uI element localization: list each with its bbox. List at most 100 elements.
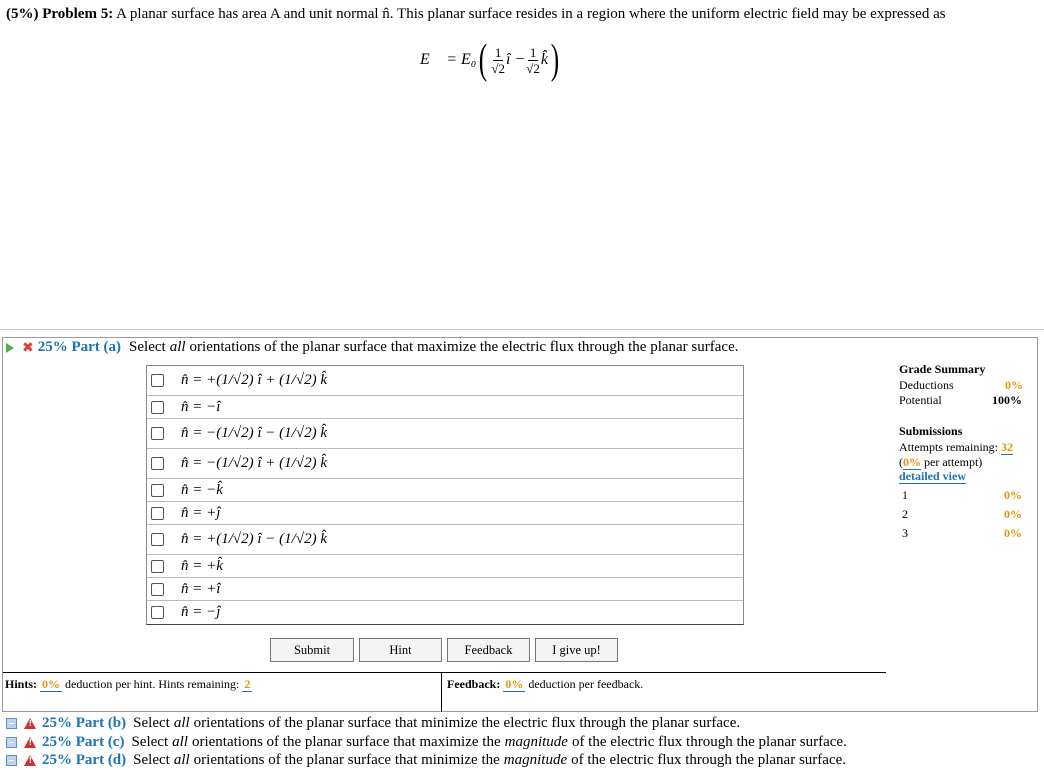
attempts-remaining: Attempts remaining: 32 (899, 440, 1013, 455)
option-label: n̂ = −k̂ (181, 481, 223, 498)
checkbox[interactable] (151, 400, 164, 414)
part-prompt-em: all (172, 734, 188, 750)
warning-icon (24, 755, 36, 766)
option-label: n̂ = −ĵ (181, 604, 221, 620)
option-label: n̂ = +î (181, 580, 221, 597)
checkbox[interactable] (151, 606, 164, 619)
option-row[interactable]: n̂ = +(1/√2) î − (1/√2) k̂ (147, 525, 743, 555)
hint-button[interactable]: Hint (359, 638, 442, 662)
problem-text: A planar surface has area A and unit nor… (116, 6, 946, 22)
part-prompt-post2: of the electric flux through the planar … (571, 734, 847, 750)
part-prompt-pre: Select (133, 752, 170, 768)
problem-statement: (5%) Problem 5: A planar surface has are… (6, 6, 946, 23)
option-list: n̂ = +(1/√2) î + (1/√2) k̂ n̂ = −î n̂ = … (146, 365, 744, 625)
hints-info: Hints: 0% deduction per hint. Hints rema… (5, 677, 253, 692)
attempts-label: Attempts remaining: (899, 440, 998, 454)
checkbox[interactable] (151, 506, 164, 520)
option-row[interactable]: n̂ = −î (147, 396, 743, 419)
fraction-one-over-root2: 1 √2 (526, 44, 540, 76)
warning-icon (24, 737, 36, 748)
submissions-title: Submissions (899, 424, 963, 438)
equation-lhs: E⃗ = E₀ (420, 51, 477, 68)
grade-summary-title: Grade Summary (899, 362, 986, 376)
attempts-value: 32 (1000, 440, 1013, 455)
part-prompt-post: orientations of the planar surface that … (191, 734, 501, 750)
fraction-one-over-root2: 1 √2 (491, 44, 505, 76)
part-a-prompt-post: orientations of the planar surface that … (189, 339, 739, 355)
equation-i-term: î − (506, 51, 526, 68)
submission-row-number: 2 (902, 507, 908, 521)
collapse-icon[interactable] (6, 737, 17, 748)
submission-row-value: 0% (1004, 526, 1022, 540)
warning-icon (24, 718, 36, 729)
detailed-view-text[interactable]: detailed view (899, 469, 966, 484)
submission-row-number: 3 (902, 526, 908, 540)
option-row[interactable]: n̂ = +ĵ (147, 502, 743, 525)
feedback-info: Feedback: 0% deduction per feedback. (447, 677, 643, 692)
part-prompt-em2: magnitude (503, 752, 568, 768)
potential-label: Potential (899, 393, 942, 407)
part-percent: 25% Part (c) (42, 734, 125, 750)
part-a-prompt-em: all (169, 339, 186, 355)
checkbox[interactable] (151, 483, 164, 497)
checkbox[interactable] (151, 427, 164, 440)
divider (0, 329, 1044, 330)
part-b-row[interactable]: 25% Part (b) Select all orientations of … (6, 715, 740, 732)
part-prompt-post: orientations of the planar surface that … (193, 715, 741, 731)
deductions-value: 0% (1005, 378, 1023, 392)
part-prompt-em: all (173, 715, 190, 731)
equation-k-term: k̂ (540, 51, 548, 68)
hints-text: deduction per hint. Hints remaining: (65, 677, 240, 691)
submit-button[interactable]: Submit (270, 638, 354, 662)
collapse-icon[interactable] (6, 755, 17, 766)
potential-value: 100% (992, 393, 1022, 407)
checkbox[interactable] (151, 582, 164, 596)
detailed-view-link[interactable]: detailed view (899, 469, 966, 484)
option-label: n̂ = +(1/√2) î + (1/√2) k̂ (181, 372, 327, 388)
part-prompt-pre: Select (133, 715, 170, 731)
submission-row-number: 1 (902, 488, 908, 502)
part-percent: 25% Part (d) (42, 752, 127, 768)
left-paren: ( (479, 37, 488, 83)
option-label: n̂ = −î (181, 398, 221, 415)
per-attempt-pct: 0% (903, 455, 921, 470)
checkbox[interactable] (151, 374, 164, 387)
problem-label: Problem 5: (42, 6, 114, 22)
option-row[interactable]: n̂ = −(1/√2) î − (1/√2) k̂ (147, 419, 743, 449)
submission-row-value: 0% (1004, 488, 1022, 502)
part-a-prompt-pre: Select (129, 339, 166, 355)
option-row[interactable]: n̂ = −ĵ (147, 601, 743, 624)
incorrect-x-icon: ✖ (22, 339, 34, 356)
feedback-label: Feedback: (447, 677, 501, 691)
hints-label: Hints: (5, 677, 38, 691)
part-d-row[interactable]: 25% Part (d) Select all orientations of … (6, 752, 846, 769)
give-up-button[interactable]: I give up! (535, 638, 618, 662)
part-c-row[interactable]: 25% Part (c) Select all orientations of … (6, 734, 847, 751)
checkbox[interactable] (151, 457, 164, 470)
option-row[interactable]: n̂ = +k̂ (147, 555, 743, 578)
right-paren: ) (550, 37, 560, 83)
expand-triangle-icon[interactable] (6, 342, 14, 353)
option-row[interactable]: n̂ = +(1/√2) î + (1/√2) k̂ (147, 366, 743, 396)
option-row[interactable]: n̂ = −(1/√2) î + (1/√2) k̂ (147, 449, 743, 479)
problem-weight: (5%) (6, 6, 39, 22)
option-row[interactable]: n̂ = +î (147, 578, 743, 601)
deductions-label: Deductions (899, 378, 954, 392)
option-label: n̂ = +k̂ (181, 557, 223, 574)
submission-row-value: 0% (1004, 507, 1022, 521)
collapse-icon[interactable] (6, 718, 17, 729)
per-attempt: (0% per attempt) (899, 455, 983, 470)
option-label: n̂ = −(1/√2) î − (1/√2) k̂ (181, 425, 327, 441)
checkbox[interactable] (151, 559, 164, 573)
checkbox[interactable] (151, 533, 164, 546)
per-attempt-text: per attempt) (924, 455, 983, 469)
part-prompt-post: orientations of the planar surface that … (193, 752, 500, 768)
option-row[interactable]: n̂ = −k̂ (147, 479, 743, 502)
feedback-button[interactable]: Feedback (447, 638, 530, 662)
hints-remaining: 2 (242, 677, 253, 692)
part-prompt-em: all (173, 752, 190, 768)
hints-feedback-divider (441, 672, 442, 712)
field-equation: E⃗ = E₀ ( 1 √2 î − 1 √2 k̂ ) (420, 37, 562, 83)
option-label: n̂ = +ĵ (181, 504, 221, 521)
part-prompt-post2: of the electric flux through the planar … (571, 752, 847, 768)
